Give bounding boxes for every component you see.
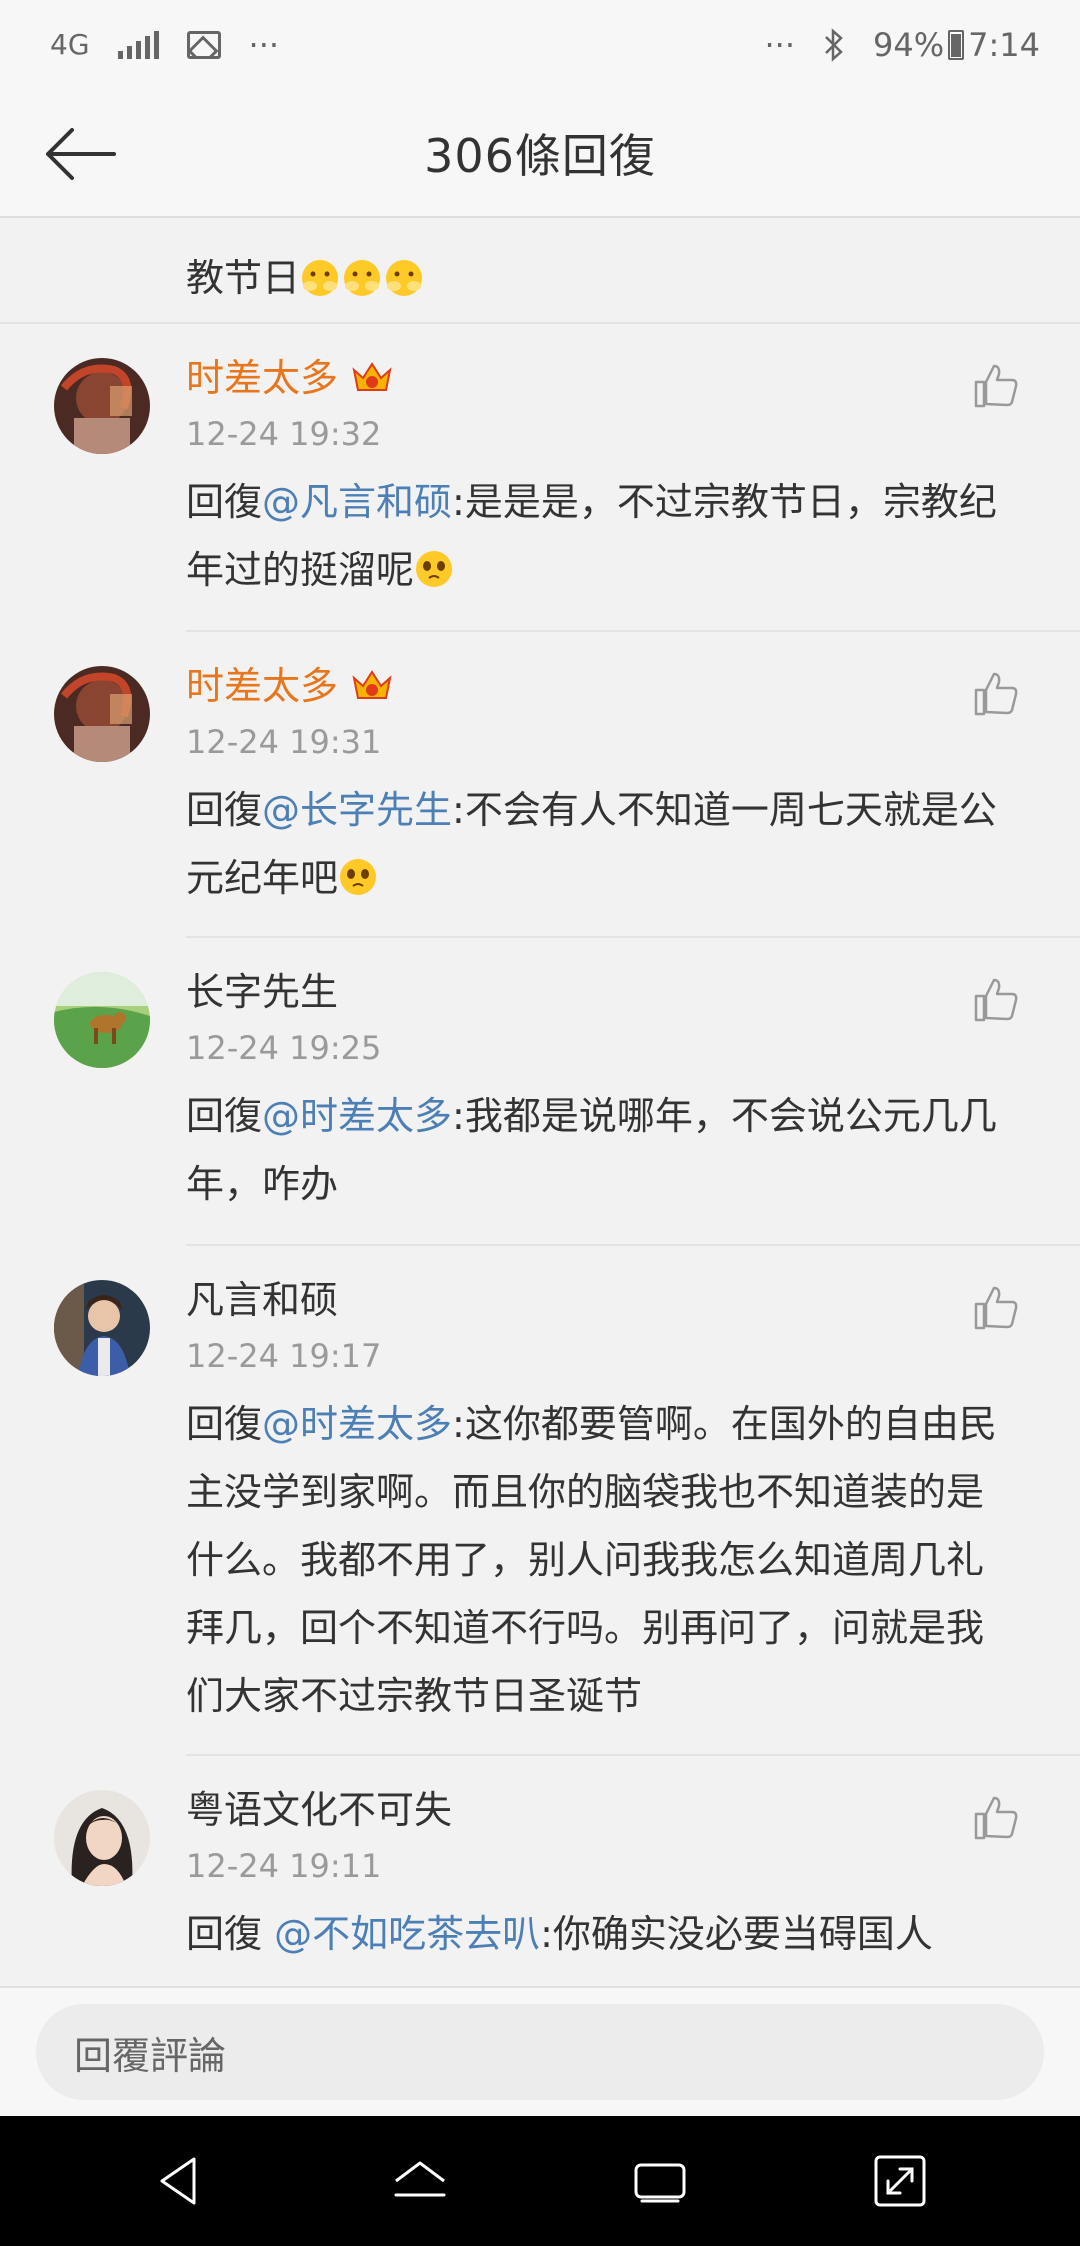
avatar[interactable]: [54, 1280, 150, 1376]
like-icon[interactable]: [972, 976, 1020, 1024]
covering-face-emoji-icon: [386, 260, 423, 296]
comment-item[interactable]: 时差太多 12-24 19:32 回復@凡言和硕:是是是，不过宗教节日，宗教纪年…: [0, 324, 1080, 632]
nav-recents-icon[interactable]: [630, 2151, 690, 2211]
mention-link[interactable]: @凡言和硕: [262, 480, 452, 524]
vip-crown-icon: [352, 362, 392, 391]
bluetooth-icon: [825, 28, 843, 62]
commenter-name[interactable]: 时差太多: [186, 660, 1020, 712]
back-arrow-icon[interactable]: [42, 126, 118, 182]
commenter-name[interactable]: 粤语文化不可失: [186, 1784, 1020, 1836]
avatar[interactable]: [54, 1790, 150, 1886]
status-left: 4G ···: [50, 26, 279, 64]
reply-input[interactable]: 回覆評論: [36, 2004, 1044, 2100]
battery-percent: 94%: [873, 26, 945, 64]
partial-comment: 教节日: [0, 218, 1080, 324]
reply-bar: 回覆評論: [0, 1986, 1080, 2116]
comment-item[interactable]: 粤语文化不可失 12-24 19:11 回復 @不如吃茶去叭:你确实没必要当碍国…: [0, 1756, 1080, 1986]
image-notification-icon: [186, 31, 221, 59]
nav-expand-icon[interactable]: [870, 2151, 930, 2211]
comment-body: 回復@时差太多:我都是说哪年，不会说公元几几年，咋办: [186, 1094, 997, 1206]
status-bar: 4G ··· ··· 94% 7:14: [0, 0, 1080, 90]
comment-timestamp: 12-24 19:25: [186, 1029, 382, 1067]
more-status-icon: ···: [764, 26, 796, 64]
comment-timestamp: 12-24 19:31: [186, 723, 382, 761]
vip-crown-icon: [352, 670, 392, 699]
like-icon[interactable]: [972, 670, 1020, 718]
commenter-name[interactable]: 长字先生: [186, 966, 1020, 1018]
network-type: 4G: [50, 28, 90, 61]
comment-timestamp: 12-24 19:17: [186, 1337, 382, 1375]
avatar[interactable]: [54, 666, 150, 762]
status-right: ··· 94% 7:14: [765, 26, 1041, 64]
reply-feed[interactable]: 教节日 时差太多 12-24 19:32 回復@凡言和硕:是是是，不过宗教节日，…: [0, 218, 1080, 1986]
mention-link[interactable]: @时差太多: [262, 1094, 452, 1138]
commenter-name[interactable]: 时差太多: [186, 352, 1020, 404]
comment-item[interactable]: 凡言和硕 12-24 19:17 回復@时差太多:这你都要管啊。在国外的自由民主…: [0, 1246, 1080, 1756]
pleading-face-emoji-icon: [340, 859, 377, 895]
pleading-face-emoji-icon: [416, 551, 453, 587]
covering-face-emoji-icon: [302, 260, 339, 296]
avatar[interactable]: [54, 972, 150, 1068]
comment-body: 回復@时差太多:这你都要管啊。在国外的自由民主没学到家啊。而且你的脑袋我也不知道…: [186, 1402, 997, 1718]
comment-item[interactable]: 长字先生 12-24 19:25 回復@时差太多:我都是说哪年，不会说公元几几年…: [0, 938, 1080, 1246]
header: 306條回復: [0, 90, 1080, 218]
comment-timestamp: 12-24 19:11: [186, 1847, 382, 1885]
comment-item[interactable]: 时差太多 12-24 19:31 回復@长字先生:不会有人不知道一周七天就是公元…: [0, 632, 1080, 938]
mention-link[interactable]: @不如吃茶去叭: [274, 1912, 540, 1956]
page-title: 306條回復: [424, 129, 656, 183]
like-icon[interactable]: [972, 1284, 1020, 1332]
partial-comment-text: 教节日: [186, 248, 426, 308]
nav-back-icon[interactable]: [150, 2151, 210, 2211]
clock: 7:14: [968, 26, 1040, 64]
mention-link[interactable]: @时差太多: [262, 1402, 452, 1446]
comment-body: 回復@长字先生:不会有人不知道一周七天就是公元纪年吧: [186, 788, 997, 900]
comment-timestamp: 12-24 19:32: [186, 415, 382, 453]
commenter-name[interactable]: 凡言和硕: [186, 1274, 1020, 1326]
comment-body: 回復 @不如吃茶去叭:你确实没必要当碍国人: [186, 1912, 933, 1956]
system-nav-bar: [0, 2116, 1080, 2246]
covering-face-emoji-icon: [344, 260, 381, 296]
avatar[interactable]: [54, 358, 150, 454]
signal-icon: [117, 31, 159, 59]
mention-link[interactable]: @长字先生: [262, 788, 452, 832]
more-notifications-icon: ···: [248, 26, 280, 64]
battery-icon: [948, 30, 965, 60]
nav-home-icon[interactable]: [390, 2151, 450, 2211]
like-icon[interactable]: [972, 362, 1020, 410]
like-icon[interactable]: [972, 1794, 1020, 1842]
battery-indicator: 94%: [873, 26, 965, 64]
comment-body: 回復@凡言和硕:是是是，不过宗教节日，宗教纪年过的挺溜呢: [186, 480, 997, 592]
